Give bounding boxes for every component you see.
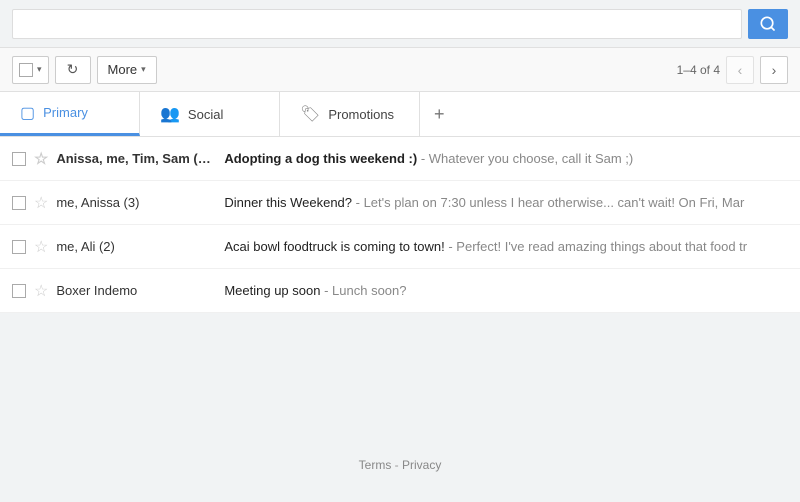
- prev-icon: ‹: [738, 62, 743, 78]
- tab-social[interactable]: 👥 Social: [140, 92, 280, 136]
- people-icon: 👥: [160, 104, 180, 124]
- email-subject-preview: Adopting a dog this weekend :) - Whateve…: [224, 151, 788, 166]
- search-button[interactable]: [748, 9, 788, 39]
- email-sender: Anissa, me, Tim, Sam (22): [56, 151, 216, 166]
- email-row[interactable]: ☆ Boxer Indemo Meeting up soon - Lunch s…: [0, 269, 800, 313]
- search-icon: [760, 16, 776, 32]
- email-checkbox[interactable]: [12, 284, 26, 298]
- select-all-dropdown[interactable]: ▾: [12, 56, 49, 84]
- prev-page-button[interactable]: ‹: [726, 56, 754, 84]
- email-preview: - Let's plan on 7:30 unless I hear other…: [356, 195, 745, 210]
- footer-separator: -: [391, 458, 402, 472]
- email-preview: - Lunch soon?: [324, 283, 406, 298]
- search-input[interactable]: [12, 9, 742, 39]
- search-bar: [0, 0, 800, 48]
- tab-primary[interactable]: ▢ Primary: [0, 92, 140, 136]
- email-subject: Adopting a dog this weekend :): [224, 151, 417, 166]
- inbox-icon: ▢: [20, 103, 35, 123]
- more-chevron-icon: ▾: [141, 64, 146, 75]
- pagination-text: 1–4 of 4: [677, 63, 720, 77]
- email-checkbox[interactable]: [12, 152, 26, 166]
- next-page-button[interactable]: ›: [760, 56, 788, 84]
- terms-link[interactable]: Terms: [359, 458, 392, 472]
- email-row[interactable]: ☆ Anissa, me, Tim, Sam (22) Adopting a d…: [0, 137, 800, 181]
- add-tab-button[interactable]: +: [420, 92, 459, 136]
- refresh-button[interactable]: ↻: [55, 56, 91, 84]
- email-subject: Acai bowl foodtruck is coming to town!: [224, 239, 444, 254]
- tab-social-label: Social: [188, 107, 223, 122]
- more-button[interactable]: More ▾: [97, 56, 157, 84]
- privacy-link[interactable]: Privacy: [402, 458, 441, 472]
- next-icon: ›: [772, 62, 777, 78]
- email-subject-preview: Dinner this Weekend? - Let's plan on 7:3…: [224, 195, 788, 210]
- email-checkbox[interactable]: [12, 196, 26, 210]
- star-icon[interactable]: ☆: [34, 193, 48, 213]
- dropdown-chevron-icon: ▾: [37, 64, 42, 75]
- email-preview: - Perfect! I've read amazing things abou…: [448, 239, 747, 254]
- star-icon[interactable]: ☆: [34, 149, 48, 169]
- tab-primary-label: Primary: [43, 105, 88, 120]
- star-icon[interactable]: ☆: [34, 237, 48, 257]
- star-icon[interactable]: ☆: [34, 281, 48, 301]
- tab-promotions-label: Promotions: [328, 107, 394, 122]
- pagination-area: 1–4 of 4 ‹ ›: [677, 56, 788, 84]
- toolbar: ▾ ↻ More ▾ 1–4 of 4 ‹ ›: [0, 48, 800, 92]
- email-subject-preview: Acai bowl foodtruck is coming to town! -…: [224, 239, 788, 254]
- email-row[interactable]: ☆ me, Anissa (3) Dinner this Weekend? - …: [0, 181, 800, 225]
- email-list: ☆ Anissa, me, Tim, Sam (22) Adopting a d…: [0, 137, 800, 313]
- email-subject: Dinner this Weekend?: [224, 195, 352, 210]
- footer: Terms - Privacy: [0, 458, 800, 472]
- tab-promotions[interactable]: 🏷 Promotions: [280, 92, 420, 136]
- email-preview: - Whatever you choose, call it Sam ;): [421, 151, 633, 166]
- more-label: More: [108, 62, 138, 77]
- email-subject-preview: Meeting up soon - Lunch soon?: [224, 283, 788, 298]
- email-subject: Meeting up soon: [224, 283, 320, 298]
- email-checkbox[interactable]: [12, 240, 26, 254]
- email-row[interactable]: ☆ me, Ali (2) Acai bowl foodtruck is com…: [0, 225, 800, 269]
- email-sender: me, Ali (2): [56, 239, 216, 254]
- select-all-checkbox: [19, 63, 33, 77]
- email-sender: Boxer Indemo: [56, 283, 216, 298]
- email-sender: me, Anissa (3): [56, 195, 216, 210]
- tag-icon: 🏷: [300, 104, 320, 124]
- tabs-bar: ▢ Primary 👥 Social 🏷 Promotions +: [0, 92, 800, 137]
